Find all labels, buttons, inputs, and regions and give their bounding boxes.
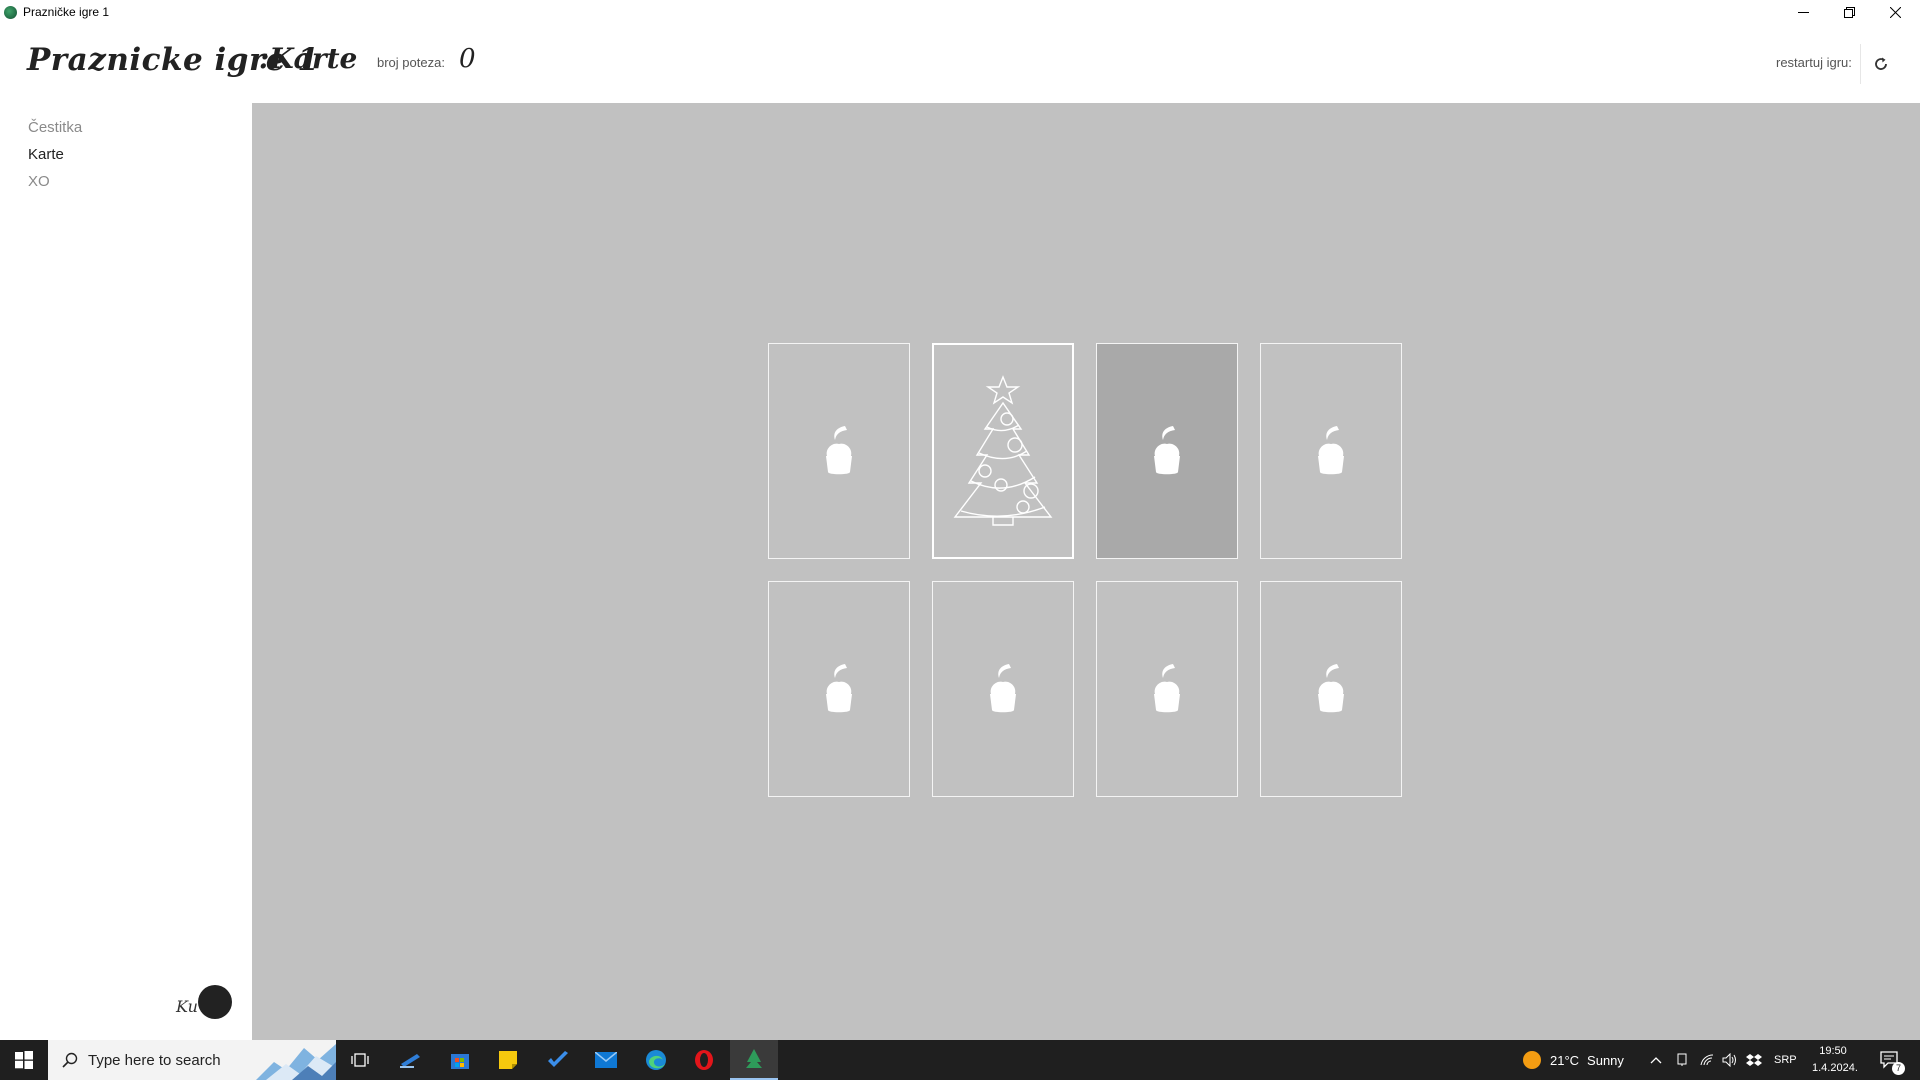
store-icon bbox=[451, 1054, 469, 1069]
taskbar-app-todo[interactable] bbox=[534, 1040, 582, 1080]
signature-blob bbox=[198, 985, 232, 1019]
restore-icon bbox=[1843, 6, 1855, 18]
cupcake-icon bbox=[1318, 664, 1344, 713]
sun-icon bbox=[1523, 1051, 1541, 1069]
volume-icon bbox=[1722, 1053, 1736, 1067]
taskbar-app-store[interactable] bbox=[436, 1040, 484, 1080]
moves-label: broj poteza: bbox=[377, 55, 445, 70]
cupcake-icon bbox=[826, 426, 852, 475]
weather-widget[interactable]: 21°C Sunny bbox=[1522, 1040, 1624, 1080]
tray-network[interactable] bbox=[1700, 1040, 1714, 1080]
tray-volume[interactable] bbox=[1722, 1040, 1738, 1080]
wifi-icon bbox=[1700, 1054, 1714, 1066]
taskbar-clock[interactable]: 19:50 1.4.2024. bbox=[1812, 1043, 1858, 1077]
window-titlebar: Prazničke igre 1 bbox=[0, 0, 1920, 24]
christmas-tree-app-icon bbox=[746, 1049, 762, 1068]
taskbar-app-mail[interactable] bbox=[582, 1040, 630, 1080]
sidebar-item-xo[interactable]: XO bbox=[28, 173, 50, 190]
cupcake-icon bbox=[1318, 426, 1344, 475]
task-view-icon bbox=[351, 1053, 369, 1067]
christmas-tree-icon bbox=[953, 375, 1053, 526]
sticky-notes-icon bbox=[499, 1051, 517, 1069]
sidebar: Čestitka Karte XO Ku bbox=[0, 103, 252, 1040]
windows-logo-icon bbox=[15, 1051, 33, 1069]
search-icon bbox=[62, 1052, 78, 1068]
close-button[interactable] bbox=[1872, 0, 1918, 24]
weather-condition: Sunny bbox=[1587, 1052, 1624, 1068]
close-icon bbox=[1889, 6, 1901, 18]
dropbox-icon bbox=[1746, 1054, 1762, 1066]
card-1[interactable] bbox=[768, 343, 910, 559]
clock-time: 19:50 bbox=[1819, 1045, 1847, 1057]
card-2[interactable] bbox=[932, 343, 1074, 559]
taskbar-app-praznicke-igre[interactable] bbox=[730, 1040, 778, 1080]
clock-date: 1.4.2024. bbox=[1812, 1062, 1858, 1074]
taskbar-app-opera[interactable] bbox=[680, 1040, 728, 1080]
cupcake-icon bbox=[1154, 664, 1180, 713]
weather-temp: 21°C bbox=[1550, 1052, 1580, 1068]
minimize-icon bbox=[1797, 11, 1809, 13]
pen-app-icon bbox=[400, 1054, 420, 1068]
window-title: Prazničke igre 1 bbox=[23, 5, 110, 19]
card-3[interactable] bbox=[1096, 343, 1238, 559]
tray-chevron[interactable] bbox=[1650, 1040, 1662, 1080]
task-view-button[interactable] bbox=[336, 1040, 384, 1080]
start-button[interactable] bbox=[0, 1040, 48, 1080]
chevron-up-icon bbox=[1650, 1057, 1662, 1064]
tray-language[interactable]: SRP bbox=[1774, 1040, 1797, 1080]
card-8[interactable] bbox=[1260, 581, 1402, 797]
taskbar-search[interactable]: Type here to search bbox=[48, 1040, 336, 1080]
restart-button[interactable] bbox=[1860, 44, 1901, 84]
app-icon bbox=[4, 5, 17, 19]
cupcake-icon bbox=[1154, 426, 1180, 475]
cupcake-icon bbox=[990, 664, 1016, 713]
tray-dropbox[interactable] bbox=[1746, 1040, 1762, 1080]
notification-center-button[interactable]: 7 bbox=[1880, 1040, 1905, 1080]
game-title: :Karte bbox=[259, 42, 358, 75]
restart-label: restartuj igru: bbox=[1776, 55, 1852, 70]
taskbar-app-pen[interactable] bbox=[386, 1040, 434, 1080]
taskbar: Type here to search 21°C Sunny SRP 19:50… bbox=[0, 1040, 1920, 1080]
device-icon bbox=[1677, 1053, 1687, 1066]
signature-text: Ku bbox=[176, 997, 198, 1016]
opera-icon bbox=[695, 1050, 713, 1070]
todo-check-icon bbox=[548, 1051, 568, 1067]
search-placeholder: Type here to search bbox=[88, 1051, 221, 1069]
restore-button[interactable] bbox=[1826, 0, 1872, 24]
author-signature: Ku bbox=[176, 983, 234, 1027]
app-header: Praznicke igre 1 :Karte broj poteza: 0 r… bbox=[0, 24, 1920, 103]
card-4[interactable] bbox=[1260, 343, 1402, 559]
taskbar-app-edge[interactable] bbox=[632, 1040, 680, 1080]
game-board bbox=[252, 103, 1920, 1040]
cupcake-icon bbox=[826, 664, 852, 713]
minimize-button[interactable] bbox=[1780, 0, 1826, 24]
refresh-icon bbox=[1875, 57, 1887, 70]
notification-count-badge: 7 bbox=[1892, 1062, 1905, 1075]
sidebar-item-cestitka[interactable]: Čestitka bbox=[28, 119, 82, 136]
search-highlight-image bbox=[256, 1040, 336, 1080]
card-5[interactable] bbox=[768, 581, 910, 797]
card-6[interactable] bbox=[932, 581, 1074, 797]
moves-counter: 0 bbox=[459, 44, 476, 74]
mail-icon bbox=[595, 1052, 617, 1068]
tray-device[interactable] bbox=[1676, 1040, 1688, 1080]
edge-icon bbox=[646, 1050, 666, 1070]
card-7[interactable] bbox=[1096, 581, 1238, 797]
sidebar-item-karte[interactable]: Karte bbox=[28, 146, 64, 163]
taskbar-app-sticky-notes[interactable] bbox=[484, 1040, 532, 1080]
